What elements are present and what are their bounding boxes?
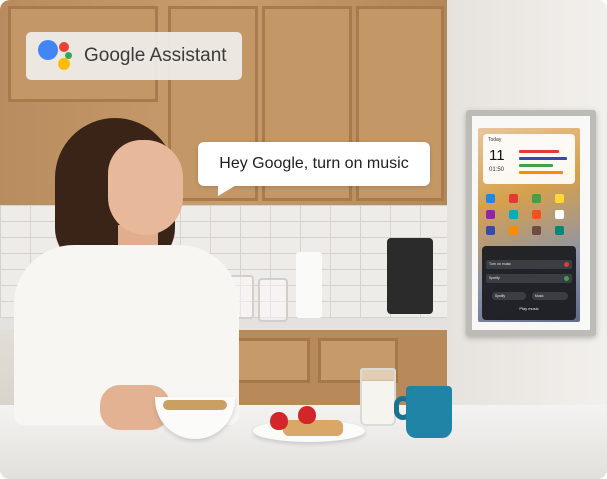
woman-face	[108, 140, 183, 235]
google-assistant-badge: Google Assistant	[26, 32, 242, 80]
speech-bubble: Hey Google, turn on music	[198, 142, 430, 186]
logo-dot-red	[59, 42, 69, 52]
jar	[258, 278, 288, 322]
app-icon[interactable]	[555, 194, 564, 203]
assistant-row[interactable]: Turn on music	[486, 260, 572, 269]
event-bar	[519, 164, 553, 167]
app-icon[interactable]	[532, 194, 541, 203]
event-bar	[519, 150, 559, 153]
status-dot-icon	[564, 262, 569, 267]
blue-mug	[406, 386, 452, 438]
logo-dot-blue	[38, 40, 58, 60]
google-assistant-label: Google Assistant	[84, 45, 227, 66]
app-icon[interactable]	[532, 210, 541, 219]
calendar-widget[interactable]: Today 11 01:50	[483, 134, 575, 184]
app-icon[interactable]	[555, 210, 564, 219]
app-icon[interactable]	[509, 194, 518, 203]
coffee-maker	[387, 238, 433, 314]
photo-frame: Google Assistant Hey Google, turn on mus…	[0, 0, 607, 479]
speech-bubble-text: Hey Google, turn on music	[219, 155, 409, 172]
assistant-command: Play music	[519, 306, 539, 311]
logo-dot-yellow	[58, 58, 70, 70]
app-icon[interactable]	[555, 226, 564, 235]
drawer	[230, 338, 310, 383]
app-icon[interactable]	[486, 194, 495, 203]
wall-tablet-frame: Today 11 01:50 Turn on music Spotify Spo…	[466, 110, 596, 336]
assistant-row-label: Spotify	[489, 276, 500, 280]
app-icon[interactable]	[486, 226, 495, 235]
widget-day: 11	[489, 147, 505, 164]
logo-dot-green	[65, 52, 72, 59]
assistant-chip-label: Spotify	[495, 294, 506, 298]
app-icon[interactable]	[532, 226, 541, 235]
app-icon[interactable]	[509, 226, 518, 235]
speech-bubble-tail	[218, 184, 238, 196]
google-assistant-logo-icon	[38, 38, 74, 74]
assistant-chip-label: Music	[535, 294, 544, 298]
assistant-row[interactable]: Spotify	[486, 274, 572, 283]
assistant-chip[interactable]: Spotify	[492, 292, 526, 300]
status-dot-icon	[564, 276, 569, 281]
assistant-panel: Turn on music Spotify Spotify Music Play…	[482, 246, 576, 320]
assistant-chip[interactable]: Music	[532, 292, 568, 300]
app-icon[interactable]	[486, 210, 495, 219]
widget-header: Today	[488, 137, 502, 143]
event-bar	[519, 157, 567, 160]
widget-time: 01:50	[489, 167, 505, 173]
milk-glass	[360, 368, 396, 426]
assistant-row-label: Turn on music	[489, 262, 512, 266]
paper-towel	[296, 252, 322, 318]
strawberry	[270, 412, 288, 430]
tablet-screen[interactable]: Today 11 01:50 Turn on music Spotify Spo…	[478, 128, 580, 322]
event-bar	[519, 171, 563, 174]
toast	[283, 420, 343, 436]
strawberry	[298, 406, 316, 424]
app-icon[interactable]	[509, 210, 518, 219]
cereal	[163, 400, 227, 410]
